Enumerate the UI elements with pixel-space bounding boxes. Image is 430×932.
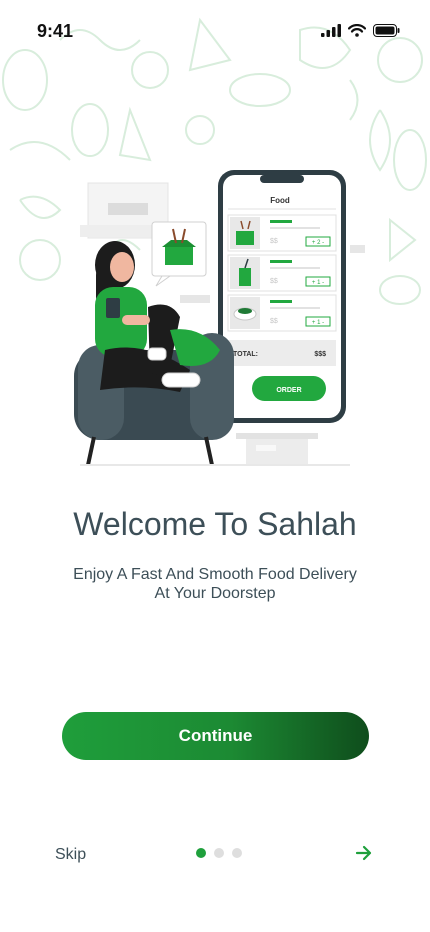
subtitle-line-2: At Your Doorstep [154,585,276,602]
welcome-subtitle: Enjoy A Fast And Smooth Food Delivery At… [60,565,370,603]
item-price: $$ [270,238,278,245]
item-price: $$ [270,278,278,285]
page-dot [214,848,224,858]
battery-icon [373,24,400,37]
phone-header-text: Food [270,196,290,205]
item-qty: + 1 - [312,320,324,326]
wifi-icon [348,24,366,37]
total-label: TOTAL: [233,351,258,358]
welcome-title: Welcome To Sahlah [73,506,357,542]
continue-button[interactable]: Continue [62,712,369,760]
page-dot [232,848,242,858]
status-bar: 9:41 [0,0,430,60]
status-icons [321,24,400,37]
page-dot-active [196,848,206,858]
skip-button[interactable]: Skip [55,846,86,864]
status-time: 9:41 [37,21,74,41]
item-price: $$ [270,318,278,325]
item-qty: + 2 - [312,240,324,246]
subtitle-line-1: Enjoy A Fast And Smooth Food Delivery [73,566,357,583]
total-value: $$$ [314,351,326,358]
order-label: ORDER [276,387,301,394]
next-arrow-icon[interactable] [354,843,374,863]
item-qty: + 1 - [312,280,324,286]
food-ordering-illustration: Food $$ + 2 - $$ + 1 - $$ + 1 - TOTAL: $… [74,170,365,466]
page-indicator [196,848,242,858]
signal-icon [321,24,341,37]
